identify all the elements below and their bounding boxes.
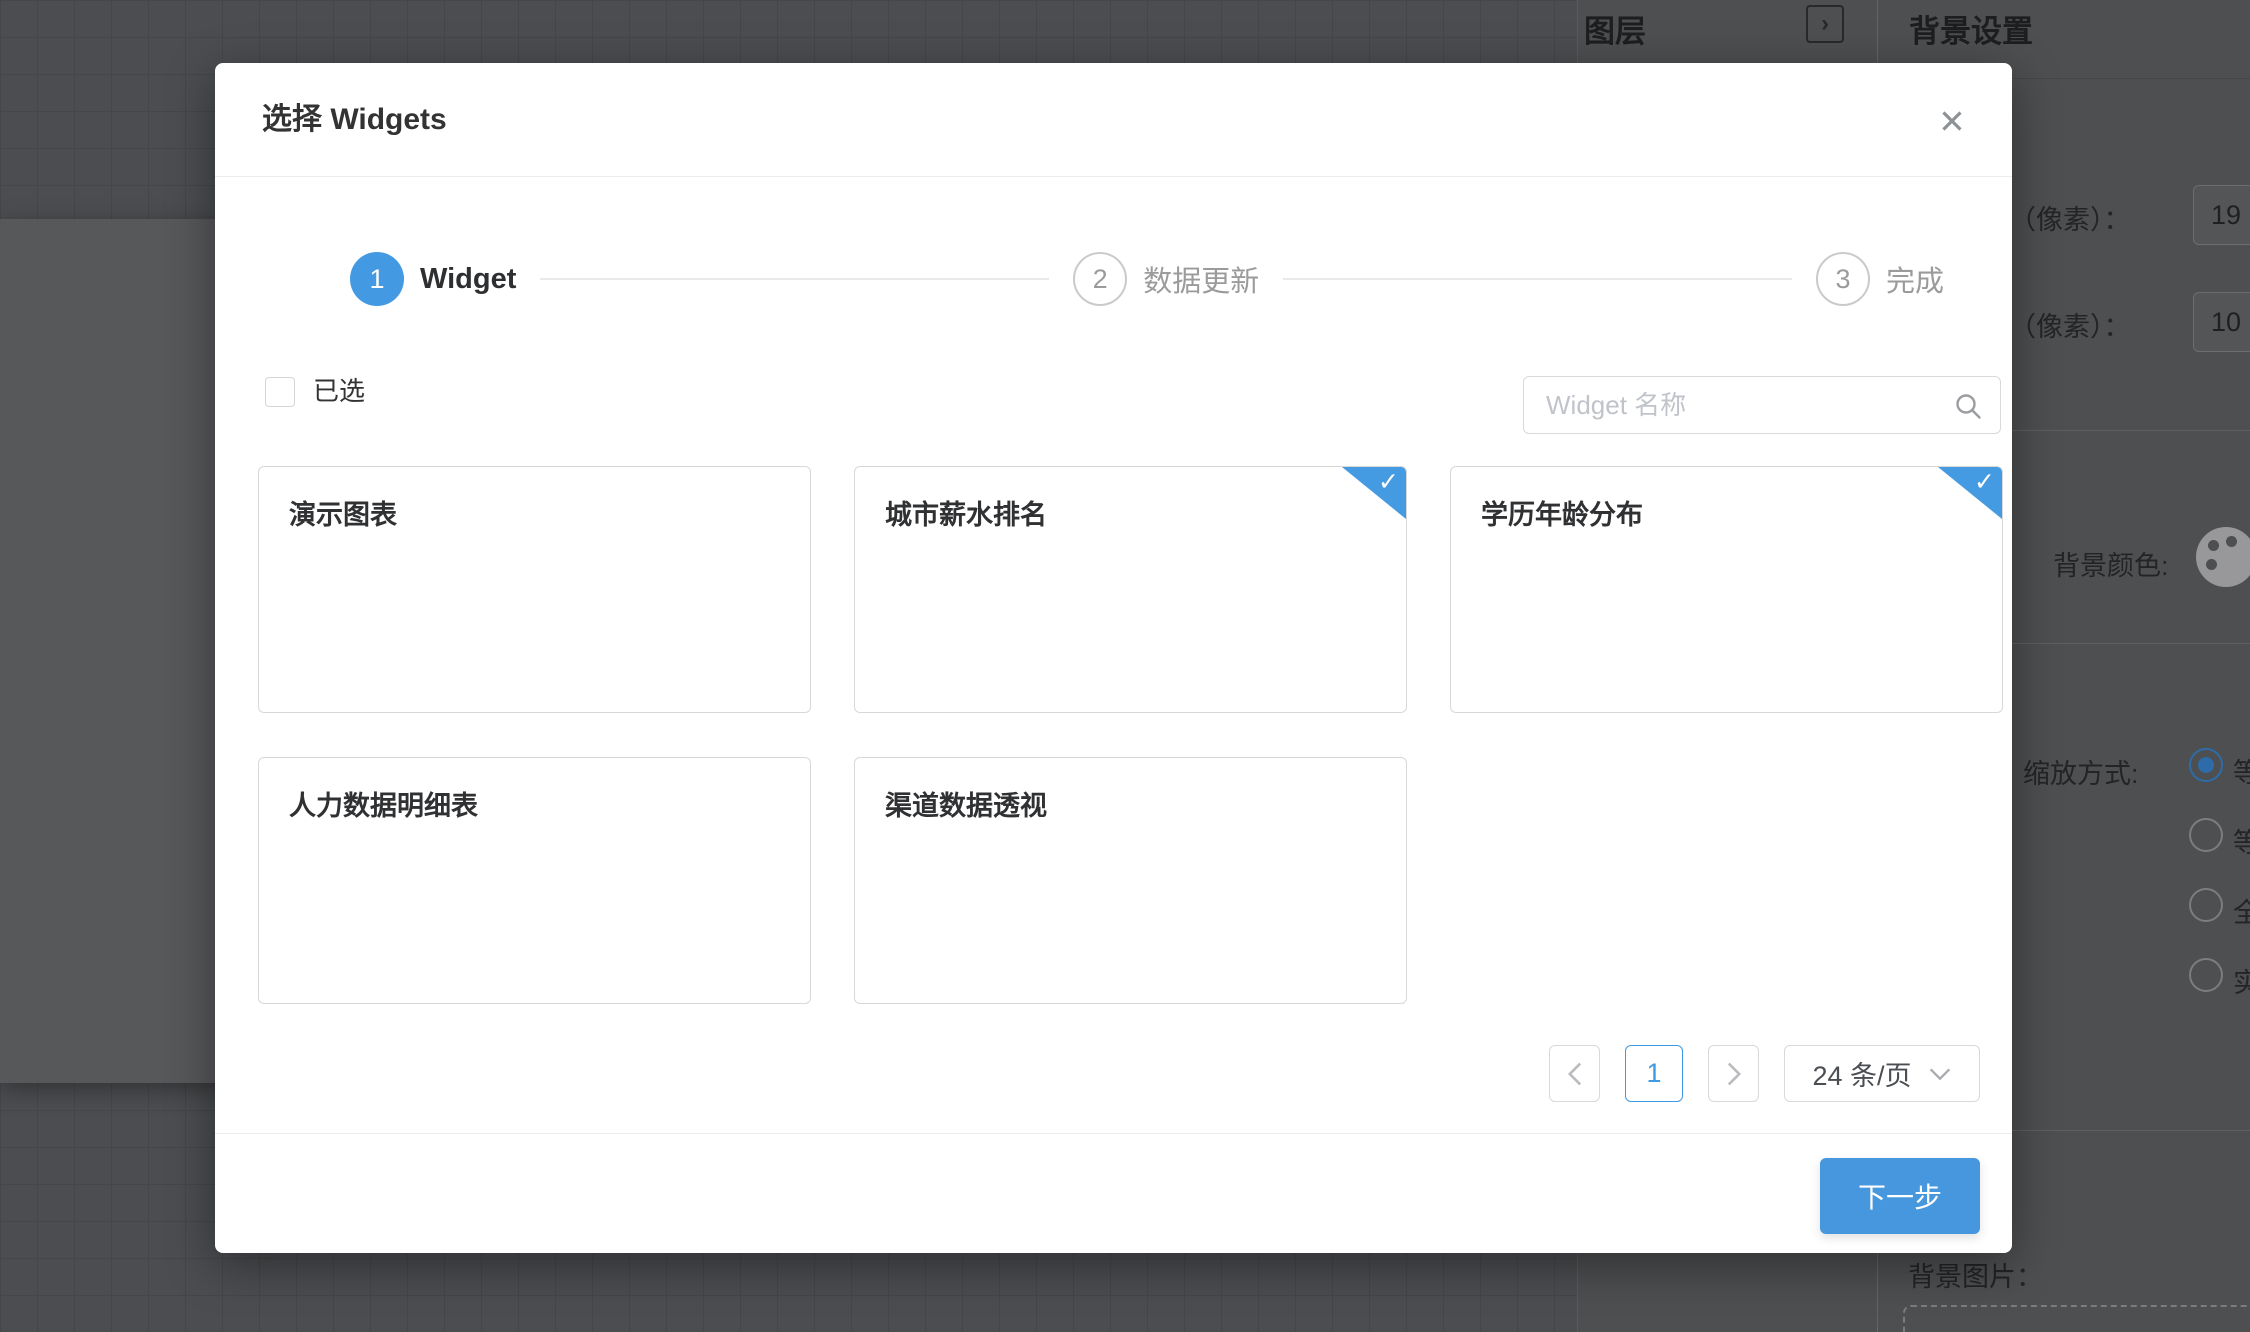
- selected-only-checkbox[interactable]: [265, 377, 295, 407]
- step-3-circle: 3: [1816, 252, 1870, 306]
- close-icon[interactable]: ✕: [1930, 99, 1974, 143]
- widget-card-title: 学历年龄分布: [1481, 493, 2002, 532]
- widget-card-selected[interactable]: 学历年龄分布 ✓: [1450, 466, 2003, 713]
- scale-radio[interactable]: [2189, 888, 2223, 922]
- page-number-button[interactable]: 1: [1625, 1045, 1683, 1102]
- step-2-label: 数据更新: [1143, 258, 1259, 300]
- scale-option-label: 等: [2233, 751, 2250, 790]
- widget-card[interactable]: 渠道数据透视: [854, 757, 1407, 1004]
- chevron-right-icon: [1725, 1061, 1743, 1087]
- step-2-circle: 2: [1073, 252, 1127, 306]
- widget-card-title: 城市薪水排名: [885, 493, 1406, 532]
- color-palette-icon[interactable]: [2196, 527, 2250, 587]
- widget-card[interactable]: 人力数据明细表: [258, 757, 811, 1004]
- background-color-label: 背景颜色:: [2053, 544, 2169, 583]
- widget-card-title: 演示图表: [289, 493, 810, 532]
- scale-radio[interactable]: [2189, 818, 2223, 852]
- dialog-footer: 下一步: [215, 1133, 2012, 1253]
- chevron-down-icon: [1928, 1067, 1952, 1081]
- widget-card-title: 渠道数据透视: [885, 784, 1406, 823]
- widget-card-title: 人力数据明细表: [289, 784, 810, 823]
- next-page-button[interactable]: [1708, 1045, 1759, 1102]
- check-icon: ✓: [1378, 467, 1399, 497]
- widget-card-grid: 演示图表 城市薪水排名 ✓ 学历年龄分布 ✓ 人力数据明细表 渠道数据透视: [258, 466, 2003, 1004]
- page-size-value: 24 条/页: [1812, 1054, 1911, 1093]
- search-icon: [1954, 392, 1982, 420]
- widget-search-input[interactable]: [1524, 377, 2000, 433]
- select-widgets-dialog: 选择 Widgets ✕ 1 Widget 2 数据更新 3 完成 已选 演示图…: [215, 63, 2012, 1253]
- dialog-header: 选择 Widgets ✕: [215, 63, 2012, 177]
- scale-mode-label: 缩放方式:: [2023, 752, 2139, 791]
- step-1-circle: 1: [350, 252, 404, 306]
- check-icon: ✓: [1974, 467, 1995, 497]
- prev-page-button[interactable]: [1549, 1045, 1600, 1102]
- pagination: 1 24 条/页: [1549, 1045, 1980, 1102]
- widget-search-box: [1523, 376, 2001, 434]
- scale-option-label: 等: [2233, 821, 2250, 860]
- page-size-select[interactable]: 24 条/页: [1784, 1045, 1980, 1102]
- background-image-upload-box[interactable]: [1903, 1305, 2250, 1332]
- wizard-steps: 1 Widget 2 数据更新 3 完成: [350, 250, 1944, 308]
- scale-option-label: 全: [2233, 891, 2250, 930]
- collapse-panel-icon[interactable]: ›: [1806, 5, 1844, 43]
- scale-radio-selected[interactable]: [2189, 748, 2223, 782]
- step-connector: [540, 278, 1049, 280]
- layers-panel-title: 图层: [1584, 6, 1646, 51]
- dialog-title: 选择 Widgets: [262, 63, 447, 177]
- widget-card-selected[interactable]: 城市薪水排名 ✓: [854, 466, 1407, 713]
- step-3-label: 完成: [1886, 258, 1944, 300]
- scale-option-label: 实: [2233, 961, 2250, 1000]
- canvas-height-input[interactable]: 10: [2193, 292, 2250, 352]
- selected-only-label: 已选: [313, 374, 365, 408]
- chevron-left-icon: [1566, 1061, 1584, 1087]
- scale-radio[interactable]: [2189, 958, 2223, 992]
- next-step-button[interactable]: 下一步: [1820, 1158, 1980, 1234]
- background-image-label: 背景图片：: [1908, 1255, 2043, 1294]
- widget-card[interactable]: 演示图表: [258, 466, 811, 713]
- step-1-label: Widget: [420, 263, 516, 296]
- background-settings-title: 背景设置: [1909, 6, 2033, 51]
- canvas-width-input[interactable]: 19: [2193, 185, 2250, 245]
- step-connector: [1283, 278, 1792, 280]
